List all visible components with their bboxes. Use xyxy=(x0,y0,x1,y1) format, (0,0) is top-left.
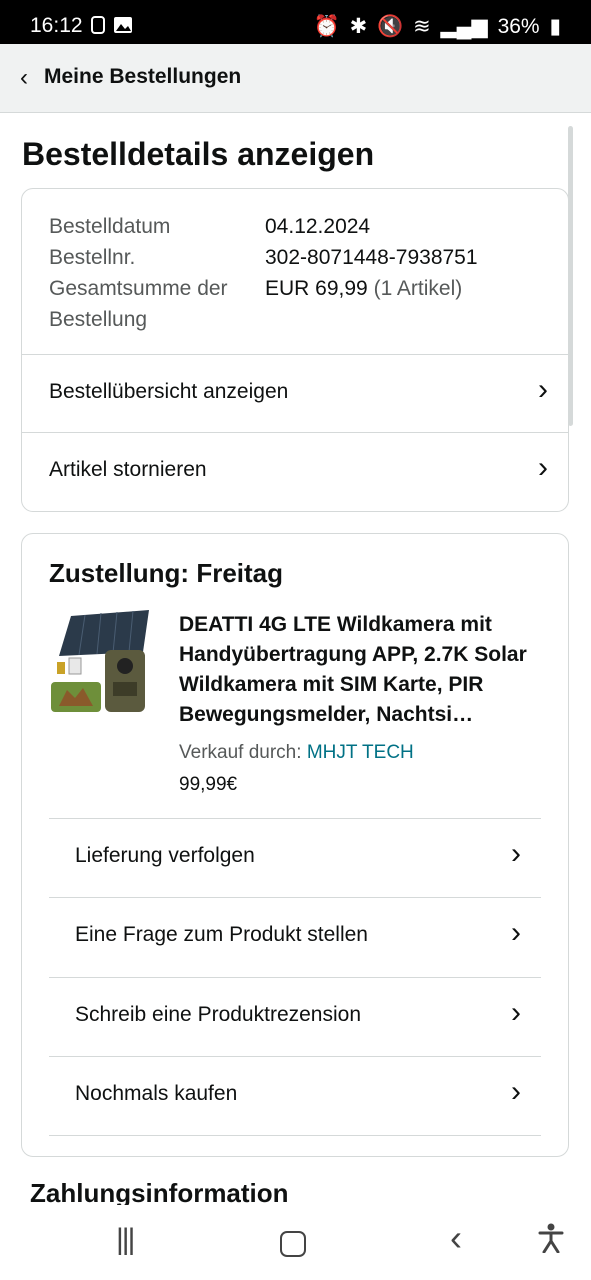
page-title: Bestelldetails anzeigen xyxy=(22,136,375,172)
write-review-label: Schreib eine Produktrezension xyxy=(75,1003,362,1026)
top-nav: ‹ Meine Bestellungen xyxy=(0,44,591,113)
seller-link[interactable]: MHJT TECH xyxy=(307,742,414,763)
divider xyxy=(49,1135,541,1136)
battery-icon: ▮ xyxy=(549,15,561,38)
chevron-right-icon: › xyxy=(511,916,521,949)
back-to-orders-link[interactable]: Meine Bestellungen xyxy=(44,65,241,89)
mute-icon: 🔇 xyxy=(377,15,404,38)
order-date-value: 04.12.2024 xyxy=(265,215,371,238)
order-total-value: EUR 69,99 (1 Artikel) xyxy=(265,273,462,335)
home-icon[interactable] xyxy=(280,1231,306,1257)
accessibility-icon[interactable] xyxy=(538,1223,564,1261)
cancel-items-label: Artikel stornieren xyxy=(49,458,207,481)
view-order-summary-link[interactable]: Bestellübersicht anzeigen › xyxy=(22,354,568,433)
product-image[interactable] xyxy=(49,608,153,716)
order-date-label: Bestelldatum xyxy=(49,215,171,238)
recent-apps-icon[interactable]: ||| xyxy=(116,1223,135,1257)
track-package-label: Lieferung verfolgen xyxy=(75,844,255,867)
wifi-icon: ≋ xyxy=(413,15,431,38)
order-total-row: Gesamtsumme der Bestellung EUR 69,99 (1 … xyxy=(49,273,478,335)
status-indicators: ⏰ ✱ 🔇 ≋ ▂▄▆ 36% ▮ xyxy=(310,14,561,39)
back-icon[interactable]: ‹ xyxy=(450,1217,462,1259)
chevron-right-icon: › xyxy=(511,996,521,1029)
alarm-icon: ⏰ xyxy=(313,15,340,38)
chevron-right-icon: › xyxy=(538,373,548,406)
notification-icons xyxy=(90,15,134,41)
buy-again-label: Nochmals kaufen xyxy=(75,1082,238,1105)
ask-question-label: Eine Frage zum Produkt stellen xyxy=(75,923,368,946)
delivery-title: Zustellung: Freitag xyxy=(49,558,283,588)
write-review-button[interactable]: Schreib eine Produktrezension › xyxy=(49,977,541,1056)
order-total-amount: EUR 69,99 xyxy=(265,277,368,300)
chevron-right-icon: › xyxy=(538,451,548,484)
order-total-label: Gesamtsumme der Bestellung xyxy=(49,277,228,331)
view-order-summary-label: Bestellübersicht anzeigen xyxy=(49,380,289,403)
system-nav-bar: ||| ‹ xyxy=(0,1205,591,1280)
app-notification-icon xyxy=(91,16,132,34)
order-number-value: 302-8071448-7938751 xyxy=(265,246,478,269)
seller-info: Verkauf durch: MHJT TECH xyxy=(179,742,414,764)
status-bar: 16:12 ⏰ ✱ 🔇 ≋ ▂▄▆ 36% ▮ xyxy=(0,0,591,44)
chevron-right-icon: › xyxy=(511,1075,521,1108)
delivery-card: Zustellung: Freitag DEATTI 4G LTE Wildka… xyxy=(21,533,569,1157)
order-number-row: Bestellnr. 302-8071448-7938751 xyxy=(49,242,478,273)
order-info: Bestelldatum 04.12.2024 Bestellnr. 302-8… xyxy=(49,211,478,335)
cancel-items-link[interactable]: Artikel stornieren › xyxy=(22,432,568,511)
status-time: 16:12 xyxy=(30,14,83,37)
chevron-right-icon: › xyxy=(511,837,521,870)
ask-question-button[interactable]: Eine Frage zum Produkt stellen › xyxy=(49,897,541,976)
order-number-label: Bestellnr. xyxy=(49,246,136,269)
buy-again-button[interactable]: Nochmals kaufen › xyxy=(49,1056,541,1135)
order-summary-card: Bestelldatum 04.12.2024 Bestellnr. 302-8… xyxy=(21,188,569,512)
signal-icon: ▂▄▆ xyxy=(440,15,488,38)
order-date-row: Bestelldatum 04.12.2024 xyxy=(49,211,478,242)
product-price: 99,99€ xyxy=(179,774,238,795)
bluetooth-icon: ✱ xyxy=(349,15,368,38)
track-package-button[interactable]: Lieferung verfolgen › xyxy=(49,818,541,897)
battery-percent: 36% xyxy=(497,15,540,38)
seller-prefix: Verkauf durch: xyxy=(179,742,302,763)
order-item-count: (1 Artikel) xyxy=(373,277,463,300)
product-title[interactable]: DEATTI 4G LTE Wildkamera mit Handyübertr… xyxy=(179,610,544,730)
chevron-left-icon[interactable]: ‹ xyxy=(20,64,28,92)
